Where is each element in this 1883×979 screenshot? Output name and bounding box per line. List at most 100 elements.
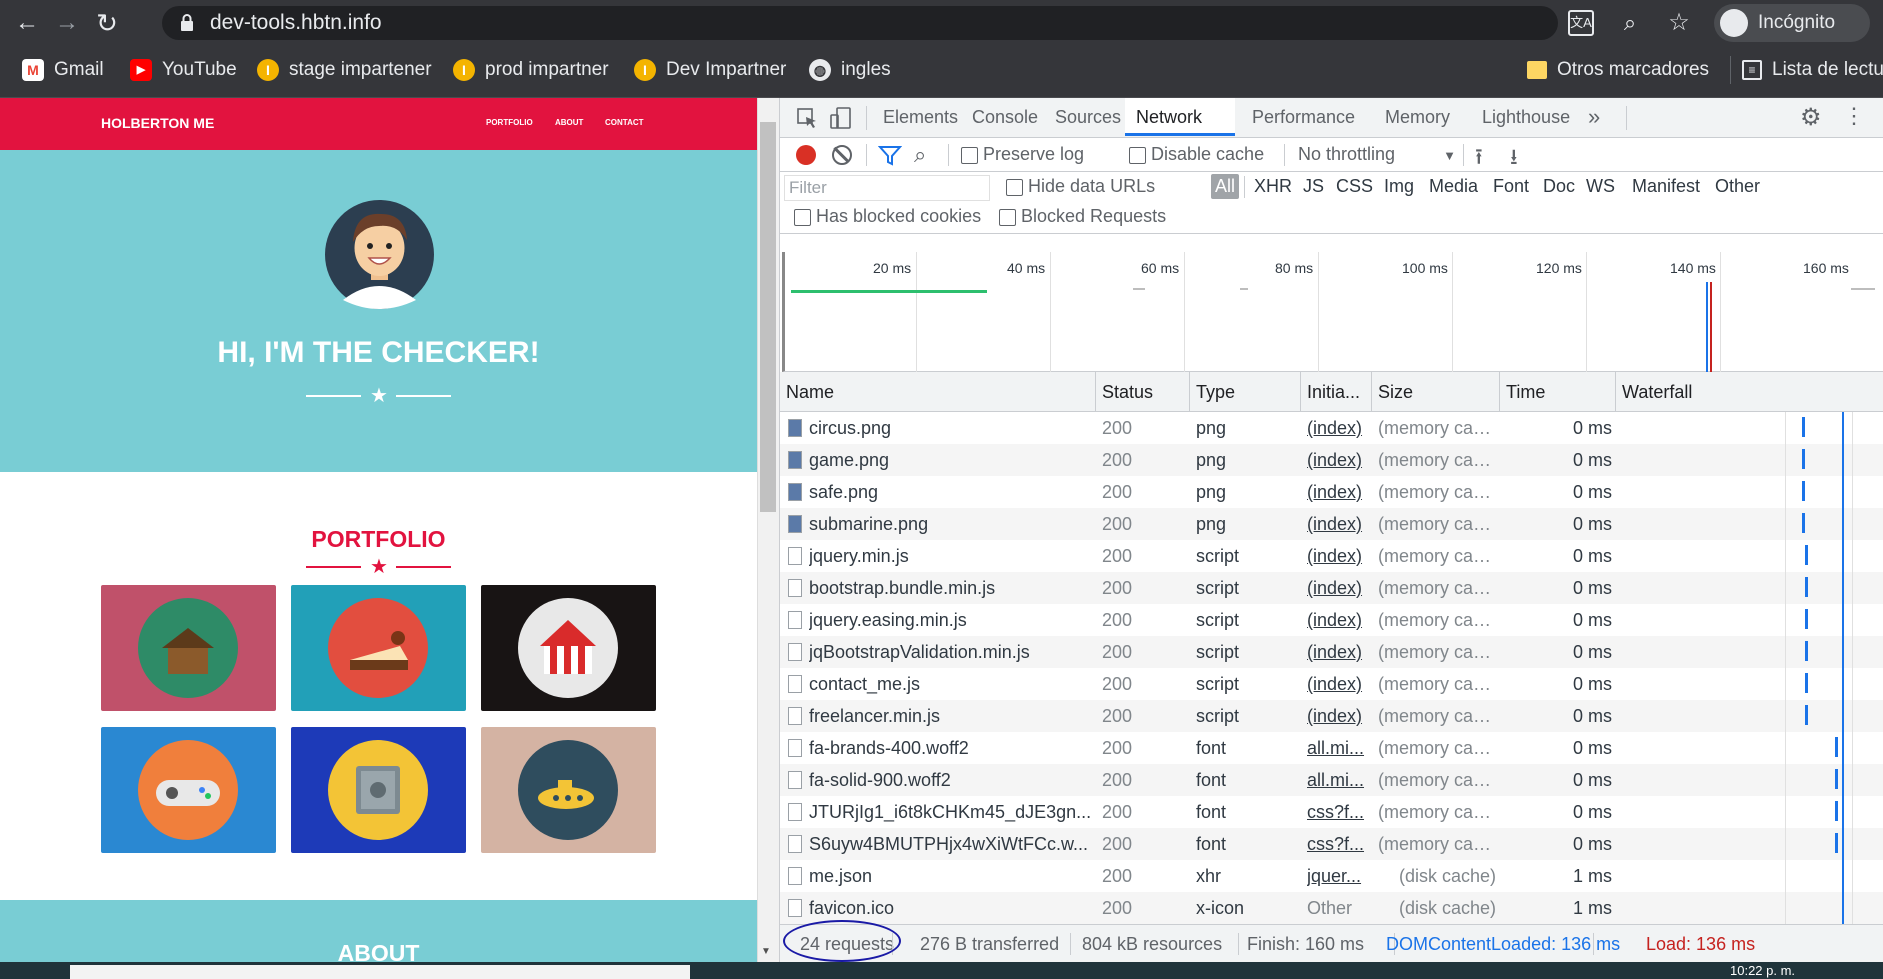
page-scrollbar-thumb[interactable] xyxy=(760,122,776,512)
more-tabs-icon[interactable]: » xyxy=(1588,98,1600,136)
request-initiator[interactable]: (index) xyxy=(1307,636,1369,668)
type-filter-all[interactable]: All xyxy=(1211,174,1240,199)
reload-icon[interactable]: ↻ xyxy=(92,8,122,38)
tab-network[interactable]: Network xyxy=(1125,98,1235,136)
request-initiator[interactable]: css?f... xyxy=(1307,828,1369,860)
table-row[interactable]: safe.png 200 png (index) (memory cac... 0 ms xyxy=(780,476,1883,508)
column-type[interactable]: Type xyxy=(1190,372,1301,412)
device-toolbar-icon[interactable] xyxy=(830,106,852,130)
type-filter-font[interactable]: Font xyxy=(1493,176,1529,197)
translate-icon[interactable]: 文A xyxy=(1568,10,1594,36)
more-options-icon[interactable]: ⋮ xyxy=(1843,103,1865,129)
portfolio-item-submarine[interactable] xyxy=(481,727,656,853)
checkbox[interactable] xyxy=(794,208,811,226)
incognito-profile-button[interactable]: Incógnito xyxy=(1714,4,1870,42)
column-waterfall[interactable]: Waterfall xyxy=(1616,372,1883,412)
checkbox[interactable] xyxy=(961,146,978,164)
star-icon[interactable]: ☆ xyxy=(1664,8,1694,38)
column-name[interactable]: Name xyxy=(780,372,1096,412)
disable-cache-checkbox[interactable]: Disable cache xyxy=(1129,144,1264,165)
bookmark-dev-impartner[interactable]: I Dev Impartner xyxy=(634,55,786,85)
column-initiator[interactable]: Initia... xyxy=(1301,372,1372,412)
type-filter-manifest[interactable]: Manifest xyxy=(1632,176,1700,197)
request-initiator[interactable]: (index) xyxy=(1307,476,1369,508)
request-initiator[interactable]: jquer... xyxy=(1307,860,1369,892)
tab-elements[interactable]: Elements xyxy=(883,98,958,136)
request-initiator[interactable]: (index) xyxy=(1307,668,1369,700)
table-row[interactable]: contact_me.js 200 script (index) (memory cac… xyxy=(780,668,1883,700)
type-filter-xhr[interactable]: XHR xyxy=(1254,176,1292,197)
portfolio-item-game[interactable] xyxy=(101,727,276,853)
taskbar-search-box[interactable] xyxy=(70,965,690,979)
portfolio-item-cake[interactable] xyxy=(291,585,466,711)
checkbox[interactable] xyxy=(1129,146,1146,164)
table-row[interactable]: fa-brands-400.woff2 200 font all.mi... (memo… xyxy=(780,732,1883,764)
hide-data-urls-checkbox[interactable]: Hide data URLs xyxy=(1006,176,1155,197)
column-time[interactable]: Time xyxy=(1500,372,1616,412)
portfolio-item-cabin[interactable] xyxy=(101,585,276,711)
filter-input[interactable]: Filter xyxy=(784,175,990,201)
type-filter-img[interactable]: Img xyxy=(1384,176,1414,197)
request-initiator[interactable]: (index) xyxy=(1307,412,1369,444)
type-filter-css[interactable]: CSS xyxy=(1336,176,1373,197)
search-icon[interactable]: ⌕ xyxy=(914,142,926,168)
portfolio-item-safe[interactable] xyxy=(291,727,466,853)
filter-icon[interactable] xyxy=(877,144,903,166)
type-filter-media[interactable]: Media xyxy=(1429,176,1478,197)
throttling-select[interactable]: No throttling ▼ xyxy=(1298,144,1456,165)
tab-memory[interactable]: Memory xyxy=(1385,98,1450,136)
bookmark-gmail[interactable]: M Gmail xyxy=(22,55,104,85)
preserve-log-checkbox[interactable]: Preserve log xyxy=(961,144,1084,165)
tab-lighthouse[interactable]: Lighthouse xyxy=(1482,98,1570,136)
type-filter-ws[interactable]: WS xyxy=(1586,176,1615,197)
column-status[interactable]: Status xyxy=(1096,372,1190,412)
request-initiator[interactable]: (index) xyxy=(1307,604,1369,636)
table-row[interactable]: JTURjIg1_i6t8kCHKm45_dJE3gn... 200 font css… xyxy=(780,796,1883,828)
scroll-down-icon[interactable]: ▼ xyxy=(761,946,771,957)
tab-performance[interactable]: Performance xyxy=(1252,98,1355,136)
table-row[interactable]: jquery.easing.min.js 200 script (index) (mem… xyxy=(780,604,1883,636)
blocked-requests-checkbox[interactable]: Blocked Requests xyxy=(999,206,1166,227)
table-row[interactable]: circus.png 200 png (index) (memory cac... 0 m… xyxy=(780,412,1883,444)
request-initiator[interactable]: all.mi... xyxy=(1307,732,1369,764)
reading-list[interactable]: ≡ Lista de lectu xyxy=(1742,55,1883,85)
tab-console[interactable]: Console xyxy=(972,98,1038,136)
checkbox[interactable] xyxy=(1006,178,1023,196)
zoom-icon[interactable]: ⌕ xyxy=(1615,8,1645,38)
table-row[interactable]: S6uyw4BMUTPHjx4wXiWtFCc.w... 200 font css?f… xyxy=(780,828,1883,860)
bookmark-prod-impartner[interactable]: Iprod impartner xyxy=(453,55,609,85)
request-initiator[interactable]: (index) xyxy=(1307,540,1369,572)
record-icon[interactable] xyxy=(796,145,816,165)
bookmark-ingles[interactable]: ◍ ingles xyxy=(809,55,891,85)
type-filter-js[interactable]: JS xyxy=(1303,176,1324,197)
inspect-element-icon[interactable] xyxy=(796,107,818,129)
table-row[interactable]: submarine.png 200 png (index) (memory cac...… xyxy=(780,508,1883,540)
request-initiator[interactable]: (index) xyxy=(1307,444,1369,476)
table-row[interactable]: game.png 200 png (index) (memory cac... 0 ms xyxy=(780,444,1883,476)
request-initiator[interactable]: (index) xyxy=(1307,700,1369,732)
portfolio-item-circus[interactable] xyxy=(481,585,656,711)
bookmark-stage-impartener[interactable]: Istage impartener xyxy=(257,55,432,85)
request-initiator[interactable]: css?f... xyxy=(1307,796,1369,828)
nav-portfolio[interactable]: PORTFOLIO xyxy=(486,118,533,127)
other-bookmarks-folder[interactable]: Otros marcadores xyxy=(1527,55,1709,85)
request-initiator[interactable]: (index) xyxy=(1307,572,1369,604)
forward-icon[interactable]: → xyxy=(52,8,82,38)
table-row[interactable]: favicon.ico 200 x-icon Other (disk cache) 1 m… xyxy=(780,892,1883,924)
table-row[interactable]: jquery.min.js 200 script (index) (memory cac… xyxy=(780,540,1883,572)
has-blocked-cookies-checkbox[interactable]: Has blocked cookies xyxy=(794,206,981,227)
bookmark-youtube[interactable]: ▶ YouTube xyxy=(130,55,237,85)
request-initiator[interactable]: (index) xyxy=(1307,508,1369,540)
clear-icon[interactable] xyxy=(832,145,852,165)
back-icon[interactable]: ← xyxy=(12,8,42,38)
type-filter-other[interactable]: Other xyxy=(1715,176,1760,197)
column-size[interactable]: Size xyxy=(1372,372,1500,412)
table-row[interactable]: fa-solid-900.woff2 200 font all.mi... (memor… xyxy=(780,764,1883,796)
table-row[interactable]: jqBootstrapValidation.min.js 200 script (in… xyxy=(780,636,1883,668)
table-row[interactable]: freelancer.min.js 200 script (index) (memory… xyxy=(780,700,1883,732)
request-initiator[interactable]: all.mi... xyxy=(1307,764,1369,796)
table-row[interactable]: me.json 200 xhr jquer... (disk cache) 1 ms xyxy=(780,860,1883,892)
site-brand[interactable]: HOLBERTON ME xyxy=(101,115,214,131)
checkbox[interactable] xyxy=(999,208,1016,226)
type-filter-doc[interactable]: Doc xyxy=(1543,176,1575,197)
